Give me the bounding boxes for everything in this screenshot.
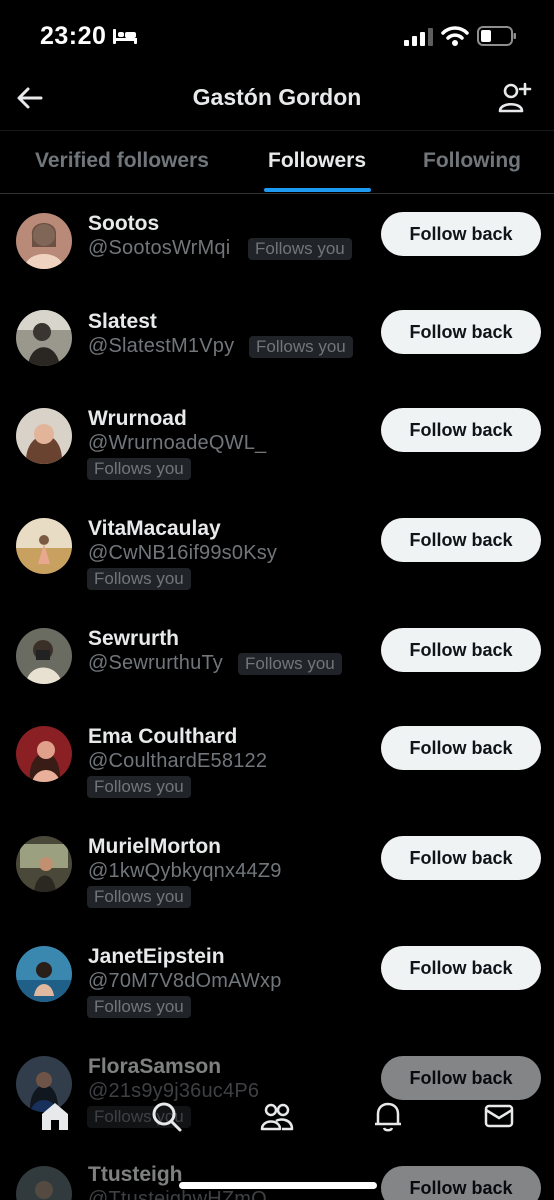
follows-you-badge: Follows you — [87, 886, 191, 908]
header: Gastón Gordon — [0, 72, 554, 130]
followers-list: Sootos @SootosWrMqi Follows you Follow b… — [0, 193, 554, 1200]
list-item[interactable]: Wrurnoad @WrurnoadeQWL_ Follows you Foll… — [0, 389, 554, 499]
follow-back-button[interactable]: Follow back — [381, 726, 541, 770]
cellular-signal-icon — [404, 28, 433, 46]
list-item[interactable]: MurielMorton @1kwQybkyqnx44Z9 Follows yo… — [0, 817, 554, 927]
user-name: Sewrurth — [88, 627, 180, 650]
avatar[interactable] — [16, 836, 72, 892]
list-item[interactable]: Ttusteigh @TtusteighwHZmQ Follow back — [0, 1147, 554, 1200]
follows-you-badge: Follows you — [87, 458, 191, 480]
home-indicator — [179, 1182, 377, 1189]
follow-back-button[interactable]: Follow back — [381, 310, 541, 354]
user-handle: @WrurnoadeQWL_ — [88, 432, 267, 454]
avatar[interactable] — [16, 310, 72, 366]
tab-bar: Verified followers Followers Following — [0, 130, 554, 194]
avatar[interactable] — [16, 726, 72, 782]
user-handle: @SootosWrMqi — [88, 237, 231, 259]
list-item[interactable]: Ema Coulthard @CoulthardE58122 Follows y… — [0, 707, 554, 817]
user-name: Ema Coulthard — [88, 725, 238, 748]
tab-following[interactable]: Following — [423, 149, 521, 173]
add-user-icon[interactable] — [496, 80, 532, 116]
notifications-icon[interactable] — [371, 1099, 405, 1133]
follow-back-button[interactable]: Follow back — [381, 518, 541, 562]
status-bar: 23:20 — [0, 0, 554, 72]
user-name: Slatest — [88, 310, 157, 333]
avatar[interactable] — [16, 946, 72, 1002]
bottom-navigation — [0, 1085, 554, 1147]
wifi-icon — [441, 26, 469, 46]
avatar[interactable] — [16, 1166, 72, 1200]
user-handle: @70M7V8dOmAWxp — [88, 970, 282, 992]
user-handle: @CoulthardE58122 — [88, 750, 268, 772]
status-time: 23:20 — [40, 22, 107, 50]
user-handle: @TtusteighwHZmQ — [88, 1188, 267, 1200]
battery-icon — [477, 26, 516, 46]
communities-icon[interactable] — [260, 1099, 294, 1133]
user-name: VitaMacaulay — [88, 517, 221, 540]
active-tab-indicator — [264, 188, 371, 192]
home-icon[interactable] — [38, 1099, 72, 1133]
sleep-focus-icon — [113, 29, 137, 44]
user-handle: @1kwQybkyqnx44Z9 — [88, 860, 282, 882]
avatar[interactable] — [16, 628, 72, 684]
follow-back-button[interactable]: Follow back — [381, 836, 541, 880]
follows-you-badge: Follows you — [249, 336, 353, 358]
list-item[interactable]: Sewrurth @SewrurthuTy Follows you Follow… — [0, 609, 554, 707]
follow-back-button[interactable]: Follow back — [381, 212, 541, 256]
follow-back-button[interactable]: Follow back — [381, 1166, 541, 1200]
user-handle: @SewrurthuTy — [88, 652, 223, 674]
page-title: Gastón Gordon — [192, 84, 362, 110]
messages-icon[interactable] — [482, 1099, 516, 1133]
tab-followers[interactable]: Followers — [268, 149, 366, 173]
user-name: Ttusteigh — [88, 1163, 183, 1186]
list-item[interactable]: Sootos @SootosWrMqi Follows you Follow b… — [0, 193, 554, 291]
user-name: FloraSamson — [88, 1055, 222, 1078]
follows-you-badge: Follows you — [87, 996, 191, 1018]
user-name: Wrurnoad — [88, 407, 187, 430]
follows-you-badge: Follows you — [238, 653, 342, 675]
tab-verified-followers[interactable]: Verified followers — [35, 149, 209, 173]
follows-you-badge: Follows you — [248, 238, 352, 260]
user-name: Sootos — [88, 212, 160, 235]
user-name: MurielMorton — [88, 835, 221, 858]
user-handle: @SlatestM1Vpy — [88, 335, 235, 357]
follow-back-button[interactable]: Follow back — [381, 946, 541, 990]
follow-back-button[interactable]: Follow back — [381, 408, 541, 452]
avatar[interactable] — [16, 518, 72, 574]
follows-you-badge: Follows you — [87, 776, 191, 798]
avatar[interactable] — [16, 213, 72, 269]
follows-you-badge: Follows you — [87, 568, 191, 590]
user-handle: @CwNB16if99s0Ksy — [88, 542, 278, 564]
list-item[interactable]: Slatest @SlatestM1Vpy Follows you Follow… — [0, 291, 554, 389]
list-item[interactable]: JanetEipstein @70M7V8dOmAWxp Follows you… — [0, 927, 554, 1037]
user-name: JanetEipstein — [88, 945, 225, 968]
list-item[interactable]: VitaMacaulay @CwNB16if99s0Ksy Follows yo… — [0, 499, 554, 609]
search-icon[interactable] — [149, 1099, 183, 1133]
avatar[interactable] — [16, 408, 72, 464]
follow-back-button[interactable]: Follow back — [381, 628, 541, 672]
